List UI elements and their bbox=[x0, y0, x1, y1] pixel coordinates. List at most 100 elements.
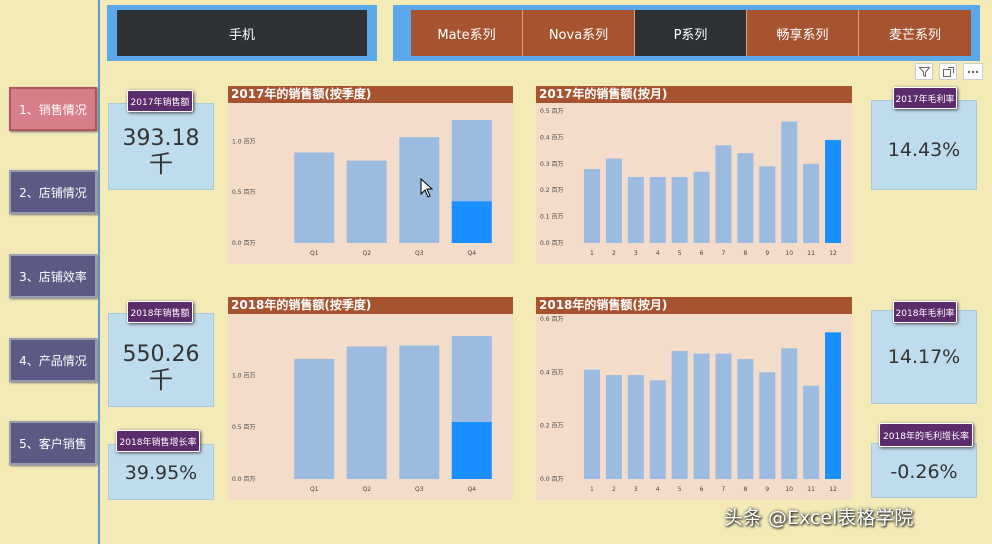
filter-icon[interactable] bbox=[915, 63, 933, 80]
bar bbox=[671, 351, 688, 479]
nav-label: 2、店铺情况 bbox=[19, 185, 87, 200]
bar bbox=[294, 358, 335, 479]
growth-2018-value: 39.95% bbox=[124, 462, 198, 484]
bar bbox=[346, 346, 387, 479]
series-enjoy-button[interactable]: 畅享系列 bbox=[747, 10, 859, 56]
y-tick-label: 0.4 百万 bbox=[540, 134, 563, 141]
growth-2018-card: 39.95% bbox=[108, 444, 214, 500]
sales-2018-value: 550.26 bbox=[122, 342, 200, 367]
nav-product-overview[interactable]: 4、产品情况 bbox=[9, 338, 97, 382]
sales-2018-unit: 千 bbox=[149, 366, 173, 394]
y-tick-label: 0.5 百万 bbox=[232, 424, 255, 431]
bar bbox=[803, 385, 820, 479]
chart-title: 2018年的销售额(按月) bbox=[536, 297, 852, 314]
margin-growth-2018-card: -0.26% bbox=[871, 443, 977, 498]
bar bbox=[781, 348, 798, 479]
bar bbox=[715, 145, 732, 243]
y-tick-label: 0.6 百万 bbox=[540, 316, 563, 323]
y-tick-label: 0.0 百万 bbox=[540, 476, 563, 483]
bar bbox=[627, 177, 644, 243]
series-maimang-button[interactable]: 麦芒系列 bbox=[859, 10, 971, 56]
x-tick-label: 12 bbox=[829, 250, 837, 257]
series-label: Nova系列 bbox=[548, 27, 609, 43]
x-tick-label: 4 bbox=[656, 486, 660, 493]
y-tick-label: 0.0 百万 bbox=[232, 240, 255, 247]
x-tick-label: 10 bbox=[785, 250, 793, 257]
bar bbox=[693, 353, 710, 479]
chart-title: 2017年的销售额(按月) bbox=[536, 86, 852, 103]
chart-title: 2017年的销售额(按季度) bbox=[228, 86, 513, 103]
series-p-button[interactable]: P系列 bbox=[635, 10, 747, 56]
focus-mode-icon[interactable] bbox=[939, 63, 957, 80]
x-tick-label: 3 bbox=[634, 486, 638, 493]
nav-label: 4、产品情况 bbox=[19, 353, 87, 368]
nav-customer-sales[interactable]: 5、客户销售 bbox=[9, 421, 97, 465]
bar bbox=[803, 163, 820, 243]
series-nova-button[interactable]: Nova系列 bbox=[523, 10, 635, 56]
category-phone-button[interactable]: 手机 bbox=[117, 10, 367, 56]
margin-2018-card: 14.17% bbox=[871, 310, 977, 404]
x-tick-label: Q3 bbox=[415, 486, 424, 493]
bar bbox=[583, 169, 600, 243]
x-tick-label: 2 bbox=[612, 250, 616, 257]
chart-2017-monthly: 2017年的销售额(按月) 0.0 百万 0.1 百万 0.2 百万 0.3 百万 0.… bbox=[536, 86, 852, 264]
x-tick-label: 9 bbox=[765, 250, 769, 257]
nav-label: 1、销售情况 bbox=[19, 102, 87, 117]
nav-store-overview[interactable]: 2、店铺情况 bbox=[9, 170, 97, 214]
series-mate-button[interactable]: Mate系列 bbox=[411, 10, 523, 56]
chart-title: 2018年的销售额(按季度) bbox=[228, 297, 513, 314]
chart-2018-monthly: 2018年的销售额(按月) 0.0 百万 0.2 百万 0.4 百万 0.6 百万 1 2… bbox=[536, 297, 852, 500]
x-tick-label: Q2 bbox=[362, 486, 371, 493]
sales-2017-card-title: 2017年销售额 bbox=[127, 90, 193, 112]
bar bbox=[693, 171, 710, 243]
x-tick-label: 11 bbox=[807, 486, 815, 493]
nav-store-efficiency[interactable]: 3、店铺效率 bbox=[9, 254, 97, 298]
x-tick-label: Q4 bbox=[467, 250, 476, 257]
y-tick-label: 0.1 百万 bbox=[540, 214, 563, 221]
bar bbox=[825, 332, 842, 479]
series-label: 畅享系列 bbox=[776, 27, 829, 43]
y-tick-label: 0.5 百万 bbox=[232, 189, 255, 196]
bar bbox=[671, 177, 688, 243]
x-tick-label: Q1 bbox=[310, 486, 319, 493]
chart-2018-quarterly-plot: 0.0 百万 0.5 百万 1.0 百万 Q1 Q2 Q3 Q4 bbox=[232, 336, 492, 493]
margin-2017-card: 14.43% bbox=[871, 100, 977, 190]
x-tick-label: Q2 bbox=[362, 250, 371, 257]
bar bbox=[583, 369, 600, 479]
x-tick-label: 8 bbox=[743, 486, 747, 493]
chart-2017-quarterly-plot: 0.0 百万 0.5 百万 1.0 百万 Q1 Q2 Q3 Q4 bbox=[232, 119, 492, 257]
bar bbox=[759, 166, 776, 243]
margin-2018-card-title: 2018年毛利率 bbox=[893, 301, 957, 323]
chart-2018-quarterly: 2018年的销售额(按季度) 0.0 百万 0.5 百万 1.0 百万 Q1 Q2 Q3 Q… bbox=[228, 297, 513, 500]
x-tick-label: 11 bbox=[807, 250, 815, 257]
chart-2017-quarterly: 2017年的销售额(按季度) 0.0 百万 0.5 百万 1.0 百万 Q1 Q2 Q3 Q… bbox=[228, 86, 513, 264]
nav-sales-overview[interactable]: 1、销售情况 bbox=[9, 87, 97, 131]
more-options-icon[interactable] bbox=[963, 63, 983, 80]
y-tick-label: 0.2 百万 bbox=[540, 423, 563, 430]
series-label: Mate系列 bbox=[437, 27, 496, 43]
chart-2017-monthly-plot: 0.0 百万0.1 百万0.2 百万0.3 百万0.4 百万0.5 百万1 2 3 4… bbox=[540, 108, 842, 257]
x-tick-label: 5 bbox=[678, 250, 682, 257]
bar bbox=[605, 158, 622, 243]
y-tick-label: 0.0 百万 bbox=[232, 476, 255, 483]
sales-2017-value: 393.18 bbox=[122, 126, 200, 151]
mouse-cursor-icon bbox=[420, 178, 434, 198]
sales-2018-card-title: 2018年销售额 bbox=[127, 301, 193, 323]
x-tick-label: 6 bbox=[700, 486, 704, 493]
sales-2018-card: 550.26 千 bbox=[108, 313, 214, 407]
bar bbox=[605, 375, 622, 479]
x-tick-label: 9 bbox=[765, 486, 769, 493]
nav-label: 5、客户销售 bbox=[19, 436, 87, 451]
x-tick-label: 4 bbox=[656, 250, 660, 257]
bar-highlight bbox=[451, 422, 492, 479]
bar bbox=[346, 160, 387, 243]
y-tick-label: 0.2 百万 bbox=[540, 187, 563, 194]
sales-2017-card: 393.18 千 bbox=[108, 103, 214, 190]
x-tick-label: 1 bbox=[590, 486, 594, 493]
bar bbox=[649, 380, 666, 479]
y-tick-label: 1.0 百万 bbox=[232, 372, 255, 379]
category-label: 手机 bbox=[228, 27, 255, 43]
margin-growth-2018-card-title: 2018年的毛利增长率 bbox=[879, 423, 973, 447]
margin-2017-card-title: 2017年毛利率 bbox=[893, 87, 957, 109]
x-tick-label: 5 bbox=[678, 486, 682, 493]
